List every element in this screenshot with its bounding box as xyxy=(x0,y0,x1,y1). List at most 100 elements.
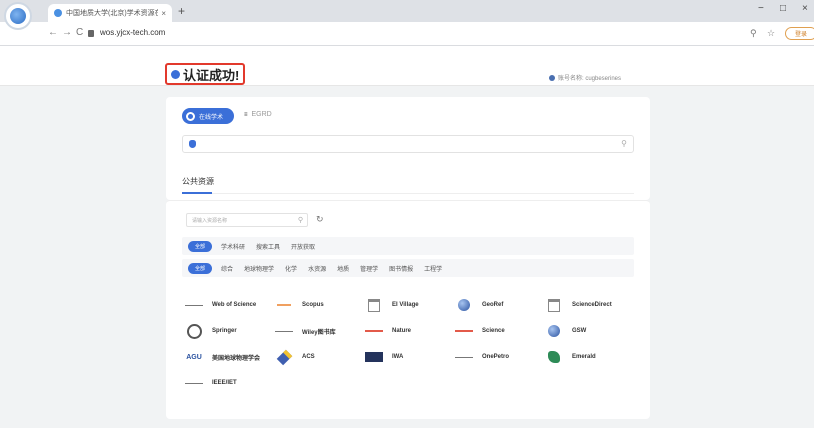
database-name: IWA xyxy=(392,354,404,360)
resource-search-icon[interactable]: ⚲ xyxy=(298,216,303,224)
iwa-logo-icon xyxy=(362,350,386,364)
database-item[interactable]: Nature xyxy=(362,320,452,342)
database-item[interactable]: ScienceDirect xyxy=(542,294,632,316)
refresh-icon[interactable]: ↻ xyxy=(316,214,324,224)
scopus-logo-icon xyxy=(272,298,296,312)
database-item[interactable]: Scopus xyxy=(272,294,362,316)
science-logo-icon xyxy=(452,324,476,338)
section-title[interactable]: 公共资源 xyxy=(182,176,214,187)
subject-filter-item[interactable]: 图书情报 xyxy=(389,264,413,273)
database-name: ACS xyxy=(302,354,315,360)
reload-button[interactable]: C xyxy=(76,28,83,38)
auth-success-text: 认证成功! xyxy=(183,67,240,83)
database-name: Emerald xyxy=(572,354,596,360)
database-name: OnePetro xyxy=(482,354,510,360)
lock-icon xyxy=(88,30,94,37)
type-filter-item[interactable]: 开放获取 xyxy=(291,242,315,251)
database-name: Scopus xyxy=(302,302,324,308)
database-name: Wiley图书库 xyxy=(302,329,336,336)
sciencedirect-logo-icon xyxy=(542,298,566,312)
mode-toggle-active[interactable]: 在线学术 xyxy=(182,108,234,124)
search-icon[interactable]: ⚲ xyxy=(621,139,627,148)
database-name: GeoRef xyxy=(482,302,504,308)
subject-filter-item[interactable]: 地球物理学 xyxy=(244,264,274,273)
bookmark-star-icon[interactable]: ☆ xyxy=(767,28,775,38)
app-logo-icon xyxy=(4,2,32,30)
main-search-input[interactable]: ⚲ xyxy=(182,135,634,153)
database-item[interactable]: GeoRef xyxy=(452,294,542,316)
gsw-logo-icon xyxy=(542,324,566,338)
back-button[interactable]: ← xyxy=(48,28,58,38)
subject-filter-item[interactable]: 水资源 xyxy=(308,264,326,273)
database-name: Springer xyxy=(212,328,237,334)
page-header xyxy=(0,46,814,86)
nature-logo-icon xyxy=(362,324,386,338)
zoom-icon[interactable]: ⚲ xyxy=(750,28,757,38)
browser-tab-bar: 中国地质大学(北京)学术资源在 × + − □ × xyxy=(0,0,814,22)
database-item[interactable]: Emerald xyxy=(542,346,632,368)
georef-logo-icon xyxy=(452,298,476,312)
subject-filter-item[interactable]: 管理学 xyxy=(360,264,378,273)
database-grid: Web of Science Scopus EI Village GeoRef … xyxy=(182,294,634,394)
database-item[interactable]: EI Village xyxy=(362,294,452,316)
user-icon xyxy=(549,74,555,81)
database-name: Web of Science xyxy=(212,302,257,308)
section-divider xyxy=(182,193,634,194)
type-filter-all[interactable]: 全部 xyxy=(188,240,213,252)
mode-option-egrd[interactable]: ≡ EGRD xyxy=(244,111,272,118)
database-item[interactable]: Science xyxy=(452,320,542,342)
database-item[interactable]: ACS xyxy=(272,346,362,368)
resource-search-input[interactable]: 请输入资源名称 ⚲ xyxy=(186,213,308,227)
url-input[interactable]: wos.yjcx-tech.com xyxy=(100,28,165,38)
emerald-logo-icon xyxy=(542,350,566,364)
database-item[interactable]: Web of Science xyxy=(182,294,272,316)
subject-filter-item[interactable]: 工程学 xyxy=(424,264,442,273)
database-item[interactable]: AGU 美国地球物理学会 xyxy=(182,346,272,368)
shield-small-icon xyxy=(189,140,196,148)
close-window-button[interactable]: × xyxy=(802,4,808,14)
subject-filter-item[interactable]: 化学 xyxy=(285,264,297,273)
database-name: EI Village xyxy=(392,302,419,308)
resource-search-placeholder: 请输入资源名称 xyxy=(192,218,228,224)
database-name: Science xyxy=(482,328,505,334)
tab-close-icon[interactable]: × xyxy=(161,9,166,18)
resources-card: 请输入资源名称 ⚲ ↻ 全部 学术科研 搜索工具 开放获取 全部 综合 地球物理… xyxy=(166,200,650,419)
address-bar: ← → C wos.yjcx-tech.com ⚲ ☆ 登录 xyxy=(0,22,814,46)
tab-title: 中国地质大学(北京)学术资源在 xyxy=(66,10,159,17)
forward-button[interactable]: → xyxy=(62,28,72,38)
database-item[interactable]: GSW xyxy=(542,320,632,342)
wos-logo-icon xyxy=(182,298,206,312)
onepetro-logo-icon xyxy=(452,350,476,364)
radio-icon xyxy=(186,111,195,121)
wiley-logo-icon xyxy=(272,324,296,338)
mode-egrd-label: EGRD xyxy=(251,111,272,118)
section-tab-underline xyxy=(182,192,212,194)
database-item[interactable]: IEEE/IET xyxy=(182,372,272,394)
account-info[interactable]: 账号名称: cugbeserines xyxy=(549,73,621,82)
database-item[interactable]: IWA xyxy=(362,346,452,368)
tab-favicon-icon xyxy=(54,9,62,17)
browser-tab[interactable]: 中国地质大学(北京)学术资源在 × xyxy=(48,4,172,22)
type-filter-item[interactable]: 搜索工具 xyxy=(256,242,280,251)
subject-filter-all[interactable]: 全部 xyxy=(188,262,213,274)
agu-logo-icon: AGU xyxy=(186,353,202,361)
signin-button[interactable]: 登录 xyxy=(785,27,814,40)
egrd-icon: ≡ xyxy=(244,111,248,118)
subject-filter-item[interactable]: 地质 xyxy=(337,264,349,273)
subject-filter-item[interactable]: 综合 xyxy=(221,264,233,273)
database-name: 美国地球物理学会 xyxy=(212,355,261,362)
database-item[interactable]: Wiley图书库 xyxy=(272,320,362,342)
new-tab-button[interactable]: + xyxy=(178,5,185,17)
subject-filter-row: 全部 综合 地球物理学 化学 水资源 地质 管理学 图书情报 工程学 xyxy=(182,259,634,277)
springer-logo-icon xyxy=(182,324,206,338)
shield-icon xyxy=(171,69,180,79)
minimize-button[interactable]: − xyxy=(758,4,764,14)
account-text: 账号名称: cugbeserines xyxy=(558,76,622,82)
ieee-logo-icon xyxy=(182,376,206,390)
database-item[interactable]: Springer xyxy=(182,320,272,342)
maximize-button[interactable]: □ xyxy=(780,4,786,14)
database-name: GSW xyxy=(572,328,587,334)
type-filter-item[interactable]: 学术科研 xyxy=(221,242,245,251)
database-name: ScienceDirect xyxy=(572,302,612,308)
database-item[interactable]: OnePetro xyxy=(452,346,542,368)
